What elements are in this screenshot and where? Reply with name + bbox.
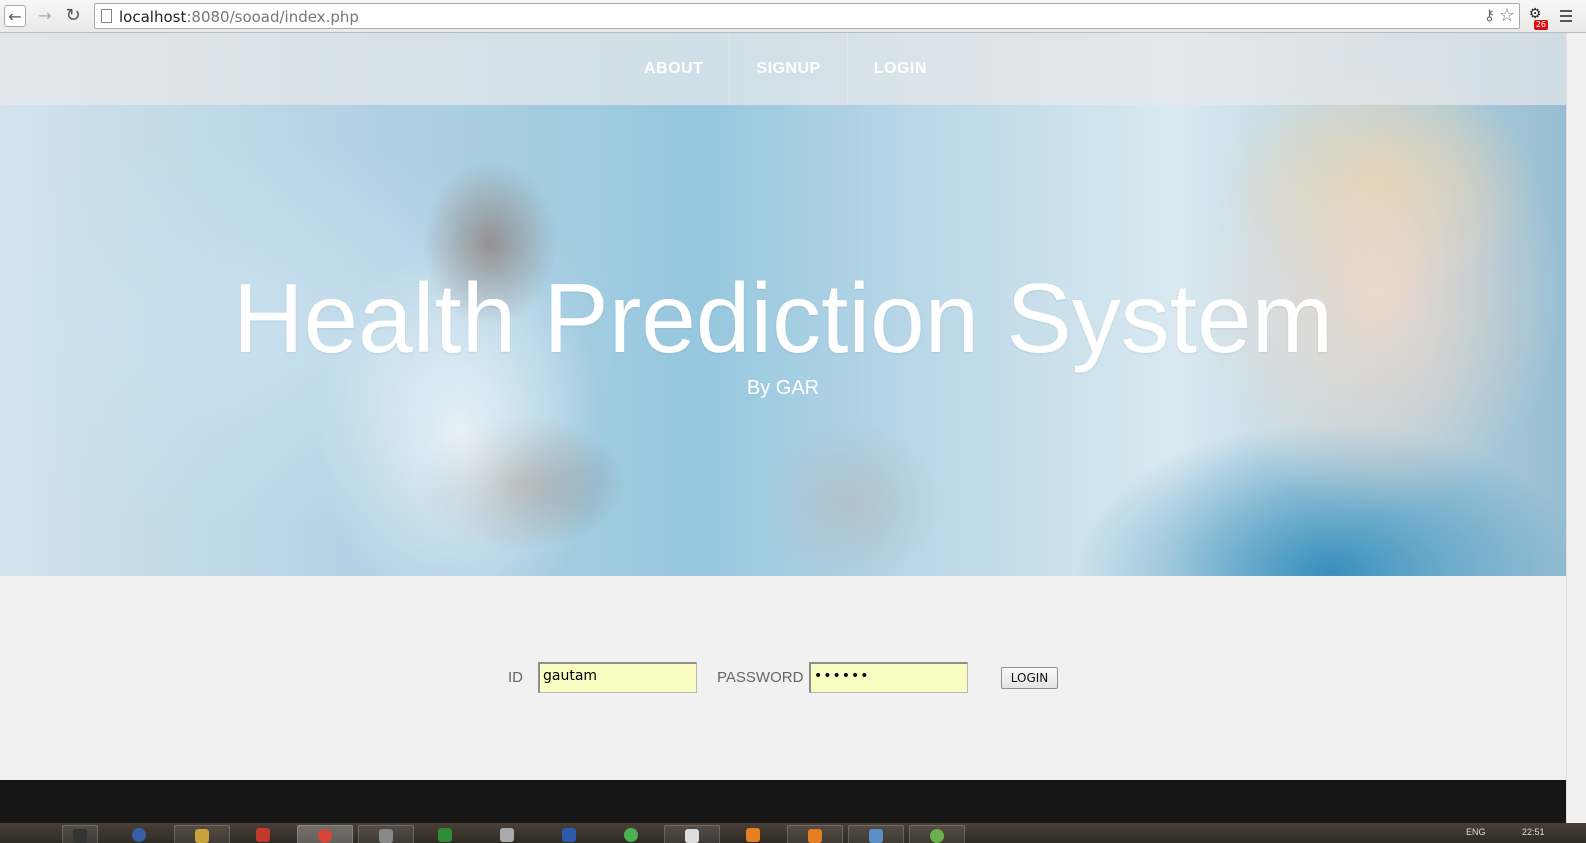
taskbar-app-4[interactable] xyxy=(236,825,292,843)
shield-icon xyxy=(132,828,146,842)
taskbar-app-9[interactable] xyxy=(542,825,598,843)
taskbar-app-15[interactable] xyxy=(909,825,965,843)
app-icon xyxy=(869,829,883,843)
key-icon[interactable]: ⚷ xyxy=(1484,6,1495,24)
top-nav-bar: ABOUT SIGNUP LOGIN xyxy=(0,33,1566,105)
password-label: PASSWORD xyxy=(717,669,804,686)
page-icon xyxy=(101,9,112,23)
tray-clock[interactable]: 22:51 xyxy=(1522,827,1545,837)
taskbar-app-2[interactable] xyxy=(118,825,164,843)
browser-toolbar: ← → ↻ localhost:8080/sooad/index.php ⚷ ☆… xyxy=(0,0,1586,33)
hero-subtitle: By GAR xyxy=(746,377,820,399)
extension-badge: 26 xyxy=(1533,20,1548,30)
start-button[interactable] xyxy=(4,825,34,843)
nav-item-login[interactable]: LOGIN xyxy=(848,33,953,105)
app-icon xyxy=(562,828,576,842)
os-taskbar: ENG 22:51 xyxy=(0,823,1586,843)
main-nav: ABOUT SIGNUP LOGIN xyxy=(618,33,953,105)
taskbar-app-3[interactable] xyxy=(174,825,230,843)
forward-arrow-icon[interactable]: → xyxy=(34,5,56,27)
login-form: ID gautam PASSWORD •••••• LOGIN xyxy=(0,662,1566,694)
app-icon xyxy=(500,828,514,842)
tray-language[interactable]: ENG xyxy=(1466,827,1486,837)
taskbar-app-1[interactable] xyxy=(62,825,98,843)
app-icon xyxy=(624,828,638,842)
app-icon xyxy=(930,829,944,843)
nav-item-signup[interactable]: SIGNUP xyxy=(730,33,848,105)
extension-icon[interactable]: ⚙ 26 xyxy=(1524,6,1548,30)
bookmark-star-icon[interactable]: ☆ xyxy=(1499,5,1515,26)
taskbar-app-12[interactable] xyxy=(726,825,782,843)
nav-item-about[interactable]: ABOUT xyxy=(618,33,731,105)
reload-icon[interactable]: ↻ xyxy=(62,5,84,27)
app-icon xyxy=(438,828,452,842)
taskbar-app-11[interactable] xyxy=(664,825,720,843)
folder-icon xyxy=(195,829,209,843)
url-path: :8080/sooad/index.php xyxy=(186,8,359,26)
app-icon xyxy=(73,829,87,843)
password-input[interactable]: •••••• xyxy=(809,662,968,693)
vertical-scrollbar[interactable] xyxy=(1566,33,1586,823)
taskbar-app-8[interactable] xyxy=(480,825,536,843)
taskbar-app-chrome[interactable] xyxy=(297,825,353,843)
vlc-icon xyxy=(746,828,760,842)
app-icon xyxy=(379,829,393,843)
taskbar-app-7[interactable] xyxy=(418,825,474,843)
hero-section: ABOUT SIGNUP LOGIN Health Prediction Sys… xyxy=(0,33,1566,576)
taskbar-app-6[interactable] xyxy=(358,825,414,843)
app-icon xyxy=(256,828,270,842)
app-icon xyxy=(808,829,822,843)
browser-menu-icon[interactable] xyxy=(1560,7,1574,25)
id-label: ID xyxy=(508,669,523,686)
notepad-icon xyxy=(685,829,699,843)
url-text[interactable]: localhost:8080/sooad/index.php xyxy=(119,8,359,26)
login-button[interactable]: LOGIN xyxy=(1001,667,1058,689)
url-host: localhost xyxy=(119,8,187,26)
hero-title: Health Prediction System xyxy=(232,263,1334,373)
address-bar[interactable]: localhost:8080/sooad/index.php ⚷ ☆ xyxy=(94,3,1520,29)
taskbar-app-14[interactable] xyxy=(848,825,904,843)
back-arrow-icon[interactable]: ← xyxy=(4,5,26,27)
id-input[interactable]: gautam xyxy=(538,662,697,693)
page-viewport: ABOUT SIGNUP LOGIN Health Prediction Sys… xyxy=(0,33,1566,823)
chrome-icon xyxy=(318,829,332,843)
page-footer xyxy=(0,780,1566,823)
taskbar-app-10[interactable] xyxy=(604,825,660,843)
taskbar-app-13[interactable] xyxy=(787,825,843,843)
